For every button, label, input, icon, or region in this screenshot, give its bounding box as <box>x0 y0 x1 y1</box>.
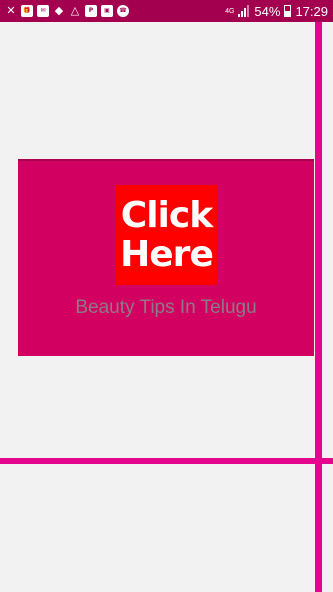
app-notification-icon: ✕ <box>6 5 16 17</box>
banner-caption: Beauty Tips In Telugu <box>75 297 257 318</box>
battery-fill <box>285 10 291 16</box>
ad-banner[interactable]: Click Here Beauty Tips In Telugu <box>18 159 314 356</box>
notification-icons: ✕ 🎁 ✉ ◆ △ P ▣ ☎ <box>5 5 129 17</box>
security-notification-icon: ◆ <box>54 5 64 17</box>
clock: 17:29 <box>295 3 328 19</box>
phone-notification-icon: ☎ <box>117 5 129 17</box>
horizontal-divider-line <box>0 458 333 464</box>
paytm-notification-icon: P <box>85 5 97 17</box>
network-type-label: 4G <box>225 7 235 15</box>
click-here-line2: Here <box>120 234 214 275</box>
mail-notification-icon: ✉ <box>37 5 49 17</box>
battery-percent: 54% <box>254 3 281 19</box>
system-indicators: 4G 54% 17:29 <box>225 4 328 19</box>
vertical-divider-line <box>315 22 322 592</box>
battery-icon <box>284 5 292 17</box>
status-bar: ✕ 🎁 ✉ ◆ △ P ▣ ☎ 4G 54% 17:29 <box>0 0 333 22</box>
click-here-line1: Click <box>120 195 213 236</box>
gift-notification-icon: 🎁 <box>21 5 33 17</box>
wallet-notification-icon: ▣ <box>101 5 113 17</box>
signal-icon <box>238 5 250 17</box>
drive-notification-icon: △ <box>70 5 80 17</box>
click-here-button[interactable]: Click Here <box>116 185 217 285</box>
